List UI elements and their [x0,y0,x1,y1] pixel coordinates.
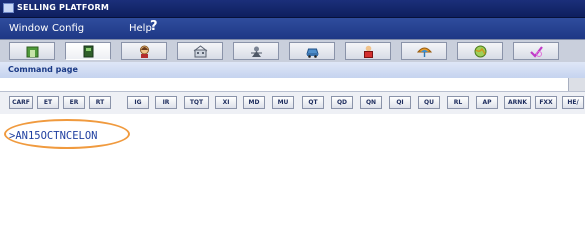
key-qd[interactable]: QD [331,96,353,109]
tool-check[interactable] [513,42,559,60]
hotel-icon [193,45,208,58]
check-icon [530,46,543,58]
tool-globe[interactable] [457,42,503,60]
key-qt[interactable]: QT [302,96,324,109]
key-ap[interactable]: AP [476,96,498,109]
tool-hotel[interactable] [177,42,223,60]
home-icon [26,46,39,58]
window-title: SELLING PLATFORM [17,3,110,12]
scroll-control[interactable] [568,78,585,91]
key-ir[interactable]: IR [155,96,177,109]
quick-keys-bar: CARF ET ER RT IG IR TQT XI MD MU QT QD Q… [0,91,585,115]
book-icon [83,45,94,58]
key-mu[interactable]: MU [272,96,294,109]
car-icon [306,48,319,58]
key-qi[interactable]: QI [389,96,411,109]
agent-icon [364,45,373,58]
key-fxx[interactable]: FXX [535,96,557,109]
command-terminal[interactable]: >AN15OCTNCELON [0,114,585,244]
app-icon [3,3,14,13]
tool-umbrella[interactable] [401,42,447,60]
umbrella-icon [417,47,432,57]
command-subbar [0,78,585,91]
tool-car[interactable] [289,42,335,60]
toolbar [0,39,585,64]
help-icon[interactable]: ? [150,19,158,34]
key-he[interactable]: HE/ [562,96,584,109]
settings-icon [251,46,262,57]
key-rl[interactable]: RL [447,96,469,109]
tool-book[interactable] [65,42,111,60]
key-xi[interactable]: XI [215,96,237,109]
menu-config[interactable]: Config [52,23,84,34]
menu-help[interactable]: Help [129,23,152,34]
tool-person[interactable] [121,42,167,60]
key-er[interactable]: ER [63,96,85,109]
title-bar: SELLING PLATFORM [0,0,585,18]
command-page-header: Command page [0,62,585,79]
key-qu[interactable]: QU [418,96,440,109]
key-et[interactable]: ET [37,96,59,109]
key-qn[interactable]: QN [360,96,382,109]
key-carf[interactable]: CARF [9,96,33,109]
key-arnk[interactable]: ARNK [504,96,531,109]
key-md[interactable]: MD [243,96,265,109]
key-tqt[interactable]: TQT [184,96,209,109]
command-page-title: Command page [8,65,78,74]
key-rt[interactable]: RT [89,96,111,109]
menu-bar: Window Config Help [0,18,585,39]
tool-settings[interactable] [233,42,279,60]
tool-agent[interactable] [345,42,391,60]
menu-window[interactable]: Window [9,23,48,34]
globe-icon [474,45,487,58]
person-icon [140,45,149,58]
command-highlight-circle [4,119,130,149]
key-ig[interactable]: IG [127,96,149,109]
tool-home[interactable] [9,42,55,60]
